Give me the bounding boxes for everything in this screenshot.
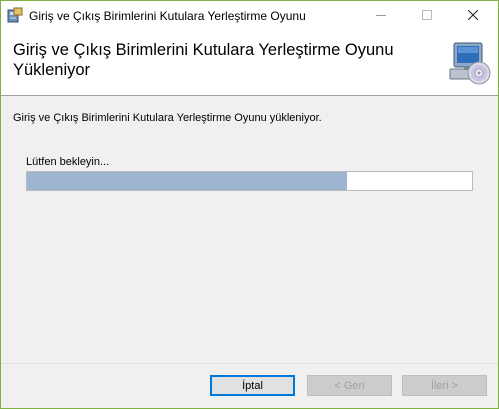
window-title: Giriş ve Çıkış Birimlerini Kutulara Yerl… <box>29 9 306 23</box>
minimize-icon <box>376 7 386 25</box>
close-button[interactable] <box>450 1 496 31</box>
title-bar[interactable]: Giriş ve Çıkış Birimlerini Kutulara Yerl… <box>1 1 498 31</box>
next-button[interactable]: İleri > <box>402 375 487 396</box>
wait-label: Lütfen bekleyin... <box>26 156 110 168</box>
install-description: Giriş ve Çıkış Birimlerini Kutulara Yerl… <box>13 112 322 124</box>
footer-divider <box>1 363 498 364</box>
installer-window: Giriş ve Çıkış Birimlerini Kutulara Yerl… <box>0 0 499 409</box>
computer-cd-icon <box>444 39 492 87</box>
installer-app-icon <box>7 7 23 23</box>
cancel-button[interactable]: İptal <box>210 375 295 396</box>
header-banner: Giriş ve Çıkış Birimlerini Kutulara Yerl… <box>1 31 498 96</box>
close-icon <box>467 7 479 25</box>
progress-bar <box>26 171 473 191</box>
maximize-button[interactable] <box>404 1 450 31</box>
maximize-icon <box>422 7 432 25</box>
page-title: Giriş ve Çıkış Birimlerini Kutulara Yerl… <box>13 41 394 79</box>
minimize-button[interactable] <box>358 1 404 31</box>
progress-fill <box>27 172 348 190</box>
back-button[interactable]: < Geri <box>307 375 392 396</box>
